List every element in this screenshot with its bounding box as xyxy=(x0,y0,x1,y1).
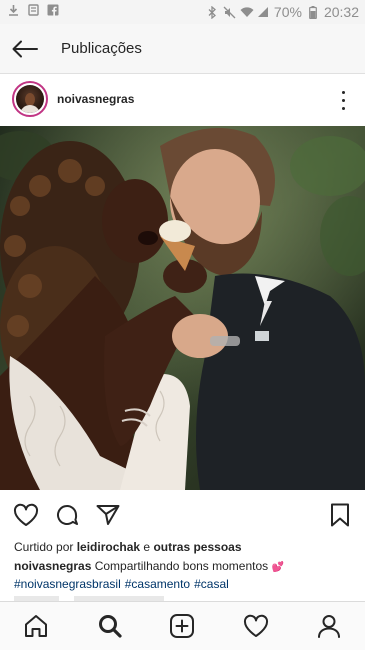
bottom-navigation xyxy=(0,601,365,650)
add-post-icon xyxy=(170,614,194,638)
avatar-dress xyxy=(20,105,40,113)
clock: 20:32 xyxy=(323,4,359,20)
caption-text: Compartilhando bons momentos xyxy=(94,559,269,573)
save-button[interactable] xyxy=(326,501,354,529)
search-icon xyxy=(99,615,122,638)
bookmark-icon xyxy=(331,503,349,527)
nav-search[interactable] xyxy=(96,612,124,640)
page-title: Publicações xyxy=(61,40,142,57)
dot-icon xyxy=(341,98,345,102)
facebook-icon xyxy=(47,4,59,17)
comment-icon xyxy=(57,505,78,525)
post-photo[interactable] xyxy=(0,126,365,490)
hashtag-link[interactable]: #casal xyxy=(194,577,229,591)
status-bar-system: 70% 20:32 xyxy=(206,4,359,20)
heart-emoji-icon: 💕 xyxy=(271,562,284,573)
like-button[interactable] xyxy=(12,501,40,529)
note-icon xyxy=(27,4,39,17)
nav-new-post[interactable] xyxy=(168,612,196,640)
arrow-left-icon xyxy=(12,40,38,58)
liked-by-username[interactable]: leidirochak xyxy=(77,540,140,554)
mute-icon xyxy=(223,6,236,19)
wifi-icon xyxy=(240,6,254,19)
likes-others-link[interactable]: outras pessoas xyxy=(153,540,241,554)
status-bar-notifications xyxy=(7,4,59,17)
dot-icon xyxy=(341,106,345,110)
likes-prefix: Curtido por xyxy=(14,540,74,554)
hashtag-link[interactable]: #noivasnegrasbrasil xyxy=(14,577,121,591)
post-header: noivasnegras xyxy=(0,75,365,125)
caption-username[interactable]: noivasnegras xyxy=(14,559,91,573)
heart-icon xyxy=(13,503,39,526)
comment-button[interactable] xyxy=(53,501,81,529)
battery-icon xyxy=(307,5,319,19)
download-icon xyxy=(7,4,19,17)
back-button[interactable] xyxy=(8,33,42,65)
signal-icon xyxy=(257,6,269,19)
heart-icon xyxy=(243,614,269,637)
share-button[interactable] xyxy=(94,501,122,529)
bluetooth-icon xyxy=(206,5,218,19)
likes-conjunction: e xyxy=(143,540,151,554)
post-username[interactable]: noivasnegras xyxy=(57,92,134,106)
nav-activity[interactable] xyxy=(242,612,270,640)
send-icon xyxy=(96,505,120,525)
likes-summary: Curtido por leidirochak e outras pessoas xyxy=(14,540,242,554)
battery-percentage: 70% xyxy=(273,4,302,20)
post-actions xyxy=(0,496,365,536)
photo-illustration xyxy=(0,126,365,490)
hashtags: #noivasnegrasbrasil #casamento #casal xyxy=(14,577,233,591)
avatar[interactable] xyxy=(12,81,48,117)
nav-profile[interactable] xyxy=(315,612,343,640)
nav-home[interactable] xyxy=(22,612,50,640)
status-bar: 70% 20:32 xyxy=(0,0,365,24)
avatar-image xyxy=(16,85,44,113)
caption: noivasnegras Compartilhando bons momento… xyxy=(14,559,284,573)
home-icon xyxy=(25,615,47,637)
top-app-bar: Publicações xyxy=(0,24,365,74)
profile-icon xyxy=(318,615,340,638)
more-options-button[interactable] xyxy=(335,88,351,112)
dot-icon xyxy=(341,90,345,94)
hashtag-link[interactable]: #casamento xyxy=(125,577,190,591)
